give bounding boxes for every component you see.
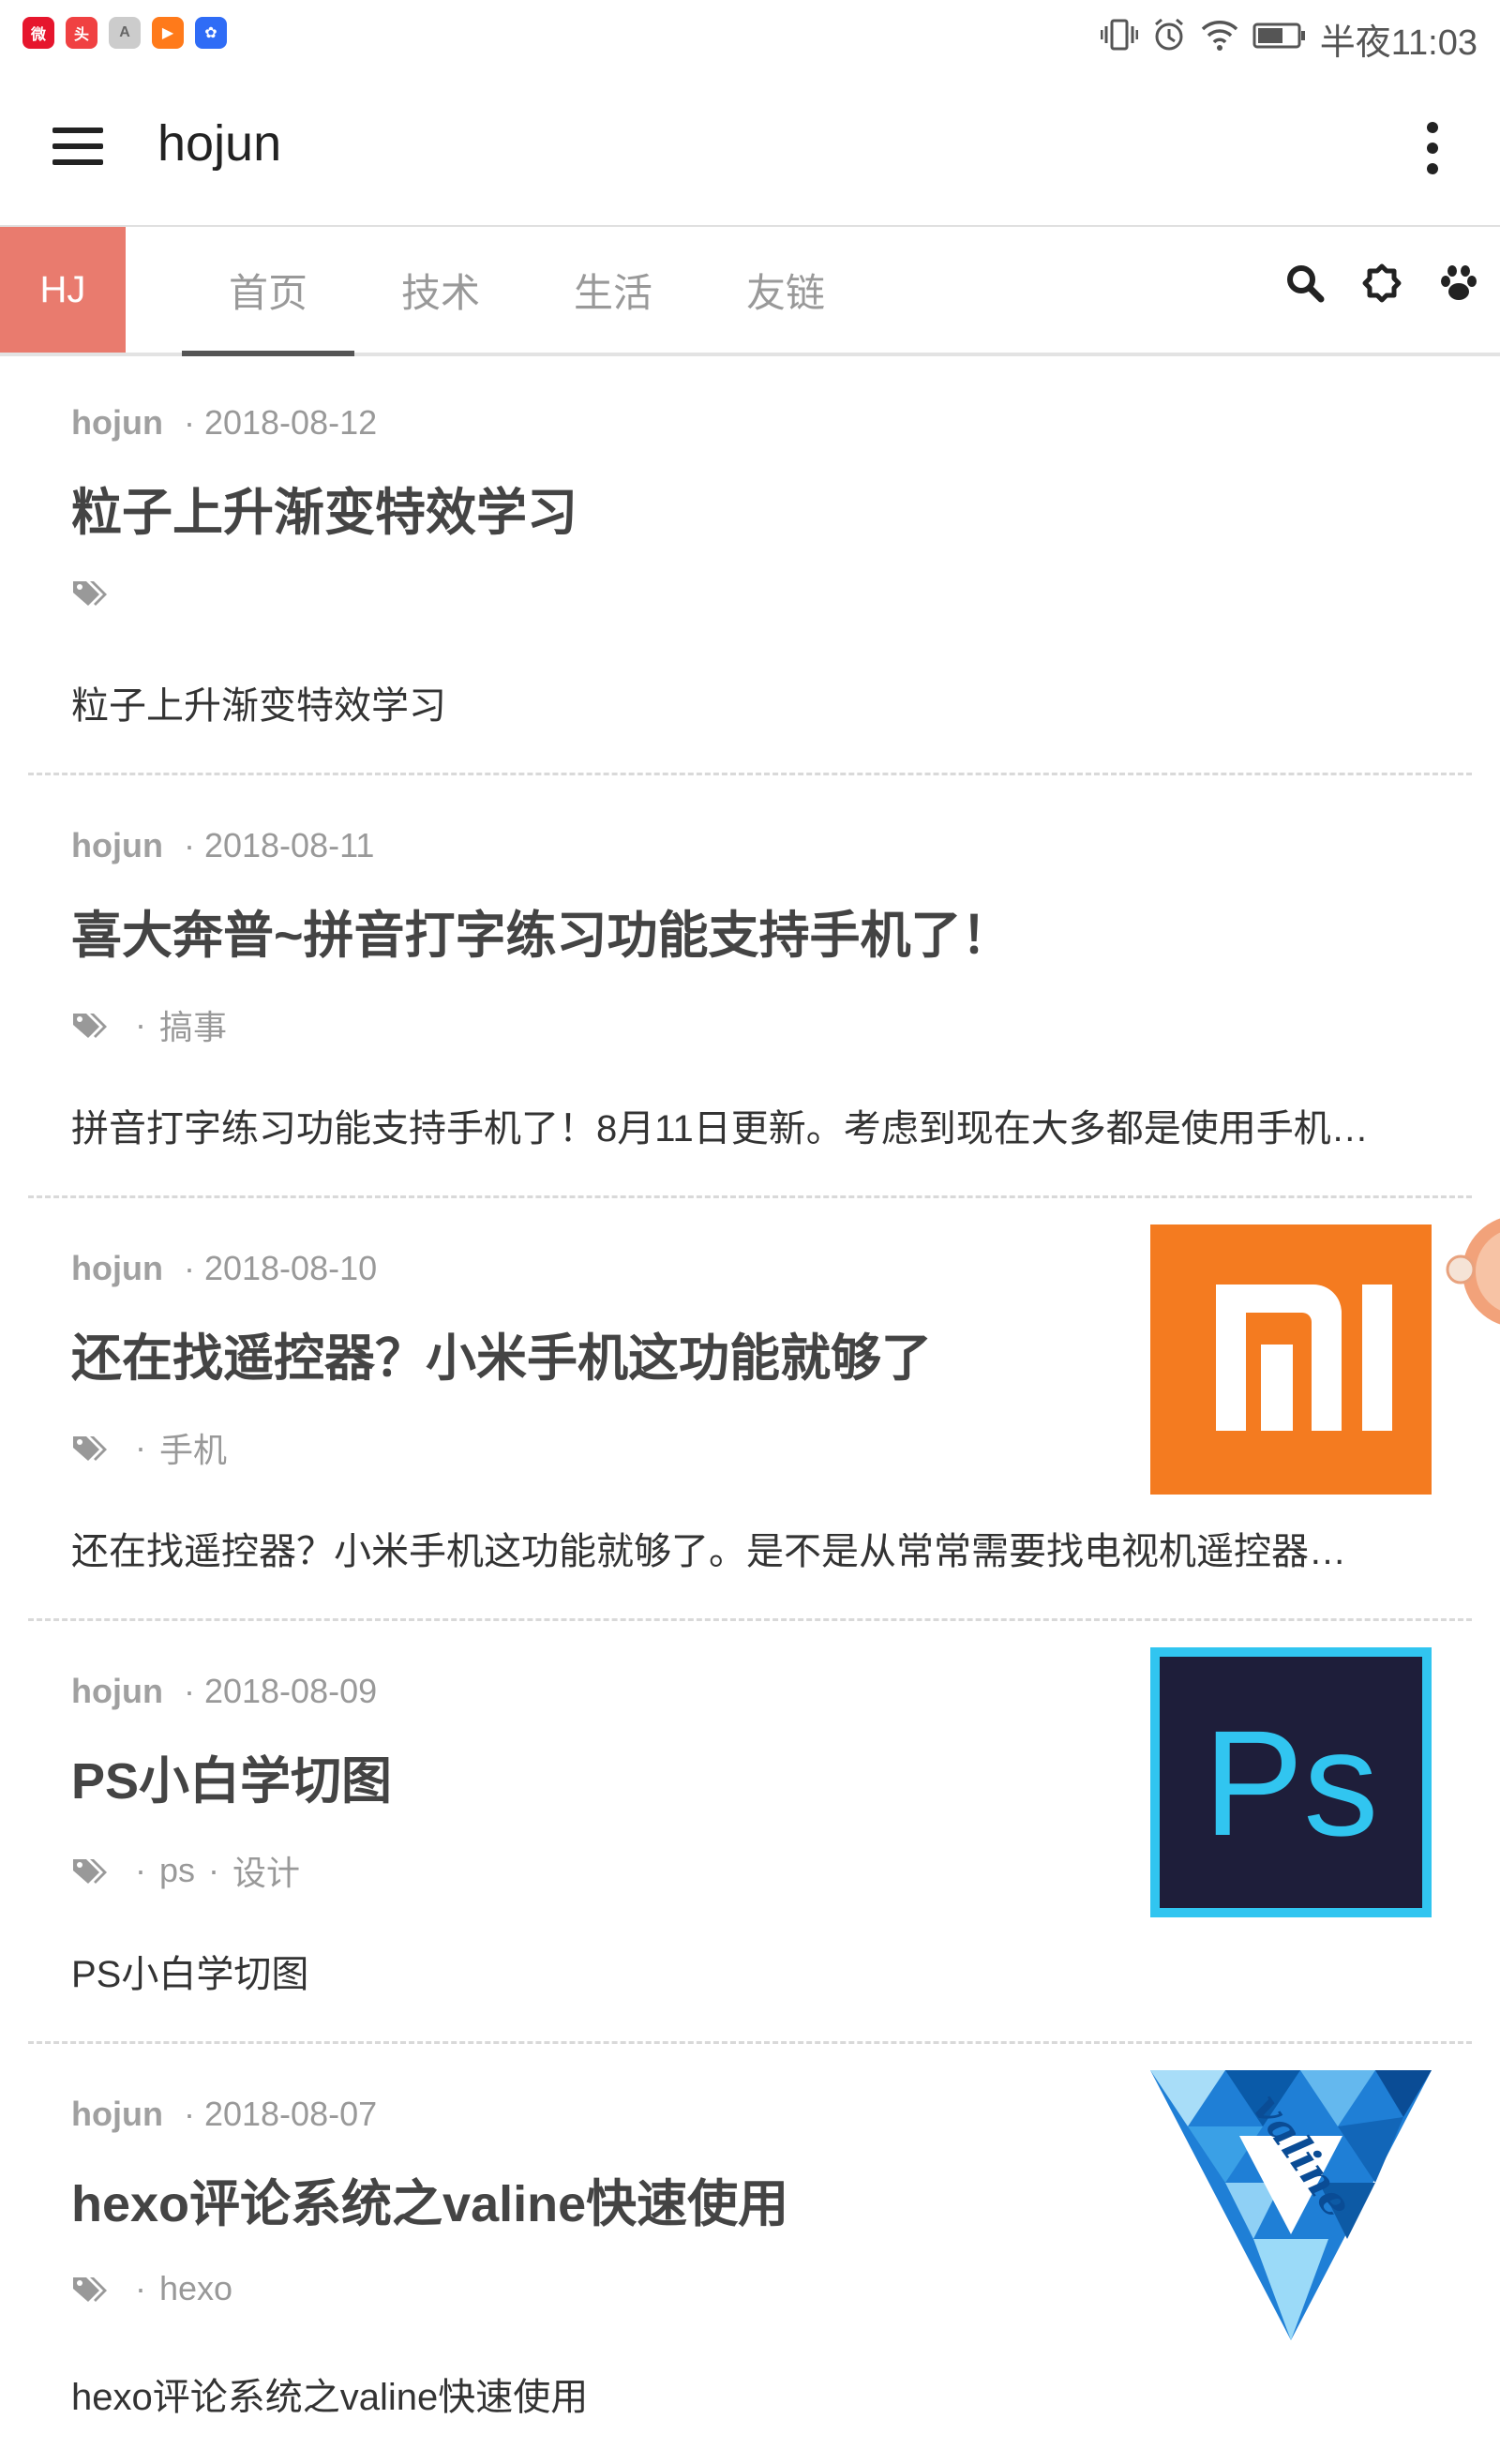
post-meta: hojun · 2018-08-10 bbox=[71, 1249, 378, 1287]
notification-icons: 微 头 A ▶ ✿ bbox=[22, 17, 227, 49]
post-author[interactable]: hojun bbox=[71, 1672, 163, 1710]
paw-icon[interactable] bbox=[1438, 263, 1479, 304]
site-logo[interactable]: HJ bbox=[0, 227, 126, 353]
tab-home[interactable]: 首页 bbox=[182, 227, 354, 356]
tags-icon bbox=[73, 1436, 107, 1461]
weibo-icon: 微 bbox=[22, 17, 54, 49]
post-title[interactable]: 还在找遥控器？小米手机这功能就够了 bbox=[71, 1316, 932, 1390]
vibrate-icon bbox=[1100, 17, 1139, 62]
post-excerpt: 粒子上升渐变特效学习 bbox=[71, 685, 446, 727]
tab-life[interactable]: 生活 bbox=[527, 227, 699, 353]
post-tags: · 搞事 bbox=[71, 1000, 227, 1049]
post-author[interactable]: hojun bbox=[71, 403, 163, 442]
alarm-icon bbox=[1151, 17, 1187, 62]
page-title: hojun bbox=[158, 115, 282, 172]
battery-icon bbox=[1252, 19, 1307, 59]
post-tag[interactable]: 设计 bbox=[232, 1846, 300, 1895]
post-item[interactable]: hojun · 2018-08-10 还在找遥控器？小米手机这功能就够了 · 手机 还… bbox=[28, 1198, 1472, 1621]
post-tag[interactable]: 搞事 bbox=[159, 1000, 227, 1049]
post-meta: hojun · 2018-08-07 bbox=[71, 2095, 378, 2133]
floating-pet-widget[interactable] bbox=[1446, 1178, 1500, 1365]
post-item[interactable]: hojun · 2018-08-09 PS小白学切图 · ps · 设计 PS小白学切图… bbox=[28, 1621, 1472, 2044]
toutiao-icon: 头 bbox=[66, 17, 98, 49]
nav-actions bbox=[1284, 263, 1479, 304]
post-date: 2018-08-12 bbox=[203, 403, 378, 442]
font-app-icon: A bbox=[109, 17, 141, 49]
post-tags bbox=[71, 578, 122, 608]
tags-icon bbox=[73, 2277, 107, 2302]
post-author[interactable]: hojun bbox=[71, 826, 163, 864]
photoshop-logo-thumbnail[interactable]: Ps bbox=[1150, 1647, 1432, 1917]
post-author[interactable]: hojun bbox=[71, 1249, 163, 1287]
post-date: 2018-08-09 bbox=[203, 1672, 378, 1710]
post-tag[interactable]: 手机 bbox=[159, 1423, 227, 1472]
post-item[interactable]: hojun · 2018-08-12 粒子上升渐变特效学习 粒子上升渐变特效学习 bbox=[28, 353, 1472, 775]
baidu-icon: ✿ bbox=[195, 17, 227, 49]
nav-tabs: 首页 技术 生活 友链 bbox=[182, 227, 872, 356]
post-list: hojun · 2018-08-12 粒子上升渐变特效学习 粒子上升渐变特效学习 h… bbox=[28, 353, 1472, 2464]
menu-icon[interactable] bbox=[52, 128, 103, 165]
tags-icon bbox=[73, 581, 107, 606]
site-nav: HJ 首页 技术 生活 友链 bbox=[0, 225, 1500, 356]
post-meta: hojun · 2018-08-11 bbox=[71, 826, 375, 864]
valine-logo-thumbnail[interactable]: valine bbox=[1150, 2070, 1432, 2340]
post-tags: · ps · 设计 bbox=[71, 1846, 300, 1895]
xiaomi-logo-thumbnail[interactable] bbox=[1150, 1224, 1432, 1495]
post-meta: hojun · 2018-08-12 bbox=[71, 403, 378, 442]
clock-time: 半夜11:03 bbox=[1319, 23, 1478, 63]
wifi-icon bbox=[1200, 18, 1239, 61]
post-excerpt: 还在找遥控器？小米手机这功能就够了。是不是从常常需要找电视机遥控器… bbox=[71, 1531, 1346, 1572]
more-options-icon[interactable] bbox=[1427, 122, 1440, 184]
video-app-icon: ▶ bbox=[152, 17, 184, 49]
post-title[interactable]: hexo评论系统之valine快速使用 bbox=[71, 2162, 788, 2236]
gear-icon[interactable] bbox=[1361, 263, 1402, 304]
post-title[interactable]: PS小白学切图 bbox=[71, 1739, 392, 1813]
post-title[interactable]: 喜大奔普~拼音打字练习功能支持手机了！ bbox=[71, 894, 1012, 968]
system-status: 半夜11:03 bbox=[1100, 13, 1478, 65]
tags-icon bbox=[73, 1014, 107, 1038]
post-date: 2018-08-07 bbox=[203, 2095, 378, 2133]
search-icon[interactable] bbox=[1284, 263, 1326, 304]
post-tags: · hexo bbox=[71, 2269, 232, 2308]
post-meta: hojun · 2018-08-09 bbox=[71, 1672, 378, 1710]
post-item[interactable]: hojun · 2018-08-07 hexo评论系统之valine快速使用 · he… bbox=[28, 2044, 1472, 2464]
app-toolbar: hojun bbox=[0, 68, 1500, 225]
status-bar: 微 头 A ▶ ✿ 半夜11:03 bbox=[0, 0, 1500, 68]
post-excerpt: 拼音打字练习功能支持手机了！8月11日更新。考虑到现在大多都是使用手机… bbox=[71, 1108, 1369, 1149]
post-date: 2018-08-10 bbox=[203, 1249, 378, 1287]
tab-links[interactable]: 友链 bbox=[699, 227, 872, 353]
post-excerpt: hexo评论系统之valine快速使用 bbox=[71, 2377, 589, 2418]
svg-text:Ps: Ps bbox=[1204, 1699, 1379, 1867]
tab-tech[interactable]: 技术 bbox=[354, 227, 527, 353]
post-item[interactable]: hojun · 2018-08-11 喜大奔普~拼音打字练习功能支持手机了！ · 搞事… bbox=[28, 775, 1472, 1198]
post-author[interactable]: hojun bbox=[71, 2095, 163, 2133]
post-date: 2018-08-11 bbox=[203, 826, 375, 864]
post-title[interactable]: 粒子上升渐变特效学习 bbox=[71, 471, 578, 545]
post-tags: · 手机 bbox=[71, 1423, 227, 1472]
tags-icon bbox=[73, 1859, 107, 1884]
post-tag[interactable]: hexo bbox=[159, 2269, 232, 2308]
post-tag[interactable]: ps bbox=[159, 1851, 195, 1890]
post-excerpt: PS小白学切图 bbox=[71, 1954, 309, 1995]
